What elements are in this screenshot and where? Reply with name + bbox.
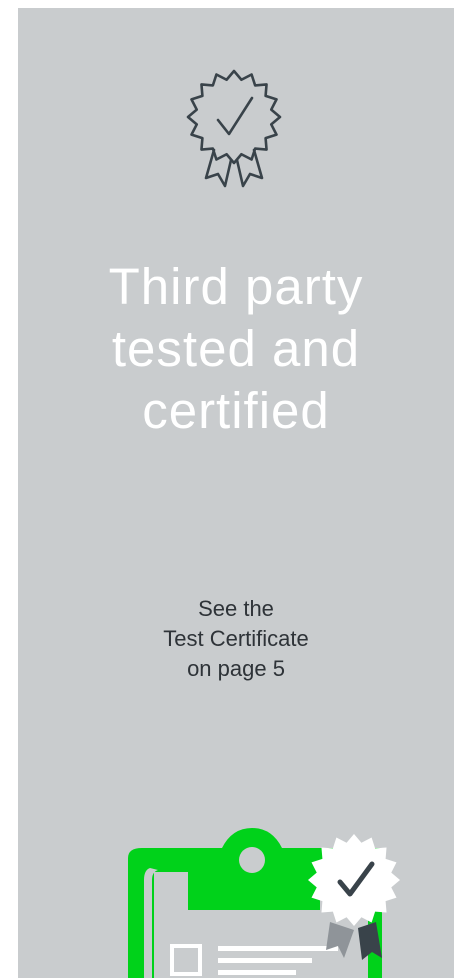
award-rosette-check-icon (184, 62, 284, 202)
subtext-line-2: Test Certificate (163, 626, 309, 651)
certificate-clipboard-seal-icon (92, 818, 402, 978)
subtext-line-3: on page 5 (187, 656, 285, 681)
headline-line-2: tested and (111, 320, 361, 377)
subtext-line-1: See the (198, 596, 274, 621)
certification-panel: Third party tested and certified See the… (18, 8, 454, 978)
headline: Third party tested and certified (18, 256, 454, 442)
headline-line-3: certified (142, 382, 330, 439)
certificate-reference: See the Test Certificate on page 5 (18, 594, 454, 684)
headline-line-1: Third party (108, 258, 364, 315)
